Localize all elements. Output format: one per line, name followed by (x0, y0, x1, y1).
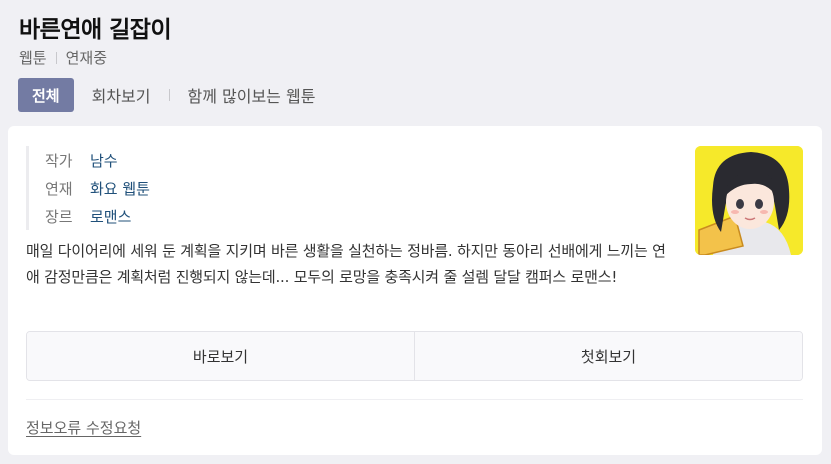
author-label: 작가 (45, 151, 73, 170)
webtoon-cover-thumbnail[interactable] (695, 146, 803, 255)
tab-all[interactable]: 전체 (18, 78, 74, 112)
webtoon-meta: 웹툰 연재중 (19, 47, 107, 68)
info-row-author: 작가 남수 (45, 146, 150, 174)
genre-link[interactable]: 로맨스 (90, 206, 131, 227)
tab-episodes[interactable]: 회차보기 (74, 78, 151, 112)
report-error-link[interactable]: 정보오류 수정요청 (26, 417, 141, 438)
meta-status: 연재중 (65, 49, 108, 67)
cover-illustration-icon (695, 146, 803, 255)
serial-label: 연재 (45, 179, 73, 198)
info-row-serial: 연재 화요 웹툰 (45, 174, 150, 202)
meta-divider (55, 51, 57, 64)
author-link[interactable]: 남수 (90, 150, 118, 171)
meta-type: 웹툰 (19, 49, 47, 67)
info-list: 작가 남수 연재 화요 웹툰 장르 로맨스 (26, 146, 150, 230)
divider (26, 399, 803, 400)
info-card: 작가 남수 연재 화요 웹툰 장르 로맨스 매일 다이어리에 세워 둔 계획을 … (8, 126, 822, 455)
tab-bar: 전체 회차보기 함께 많이보는 웹툰 (18, 78, 315, 112)
page-title: 바른연애 길잡이 (19, 17, 172, 43)
info-row-genre: 장르 로맨스 (45, 202, 150, 230)
synopsis-text: 매일 다이어리에 세워 둔 계획을 지키며 바른 생활을 실천하는 정바름. 하… (26, 242, 666, 286)
first-episode-button[interactable]: 첫회보기 (414, 332, 802, 380)
action-button-group: 바로보기 첫회보기 (26, 331, 803, 381)
read-now-button[interactable]: 바로보기 (27, 332, 414, 380)
tab-recommended[interactable]: 함께 많이보는 웹툰 (170, 78, 316, 112)
genre-label: 장르 (45, 207, 73, 226)
serial-link[interactable]: 화요 웹툰 (90, 178, 150, 199)
